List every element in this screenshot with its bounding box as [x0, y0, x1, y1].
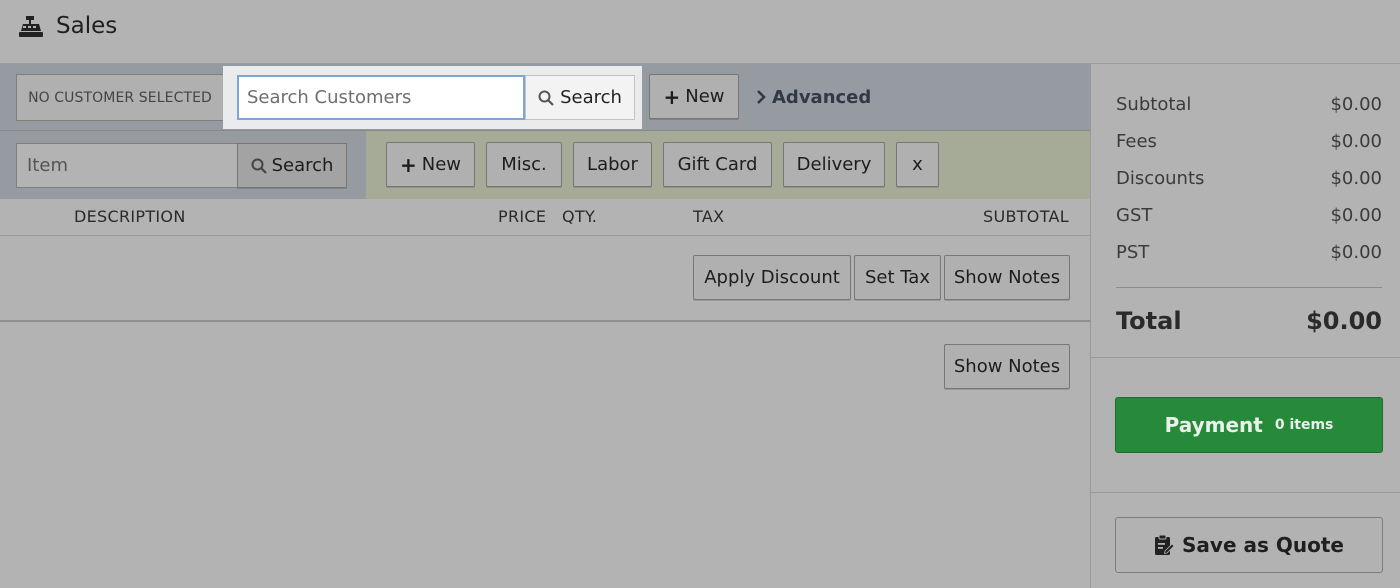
payment-item-count: 0 items [1274, 417, 1334, 433]
customer-search-group: Search [223, 66, 642, 129]
cash-register-icon [19, 16, 43, 37]
item-search-input[interactable] [16, 143, 238, 188]
sale-show-notes-button[interactable]: Show Notes [944, 344, 1070, 389]
summary-value: $0.00 [1330, 168, 1382, 189]
payment-button[interactable]: Payment 0 items [1115, 397, 1383, 453]
misc-button[interactable]: Misc. [486, 142, 562, 187]
line-items-header: DESCRIPTION PRICE QTY. TAX SUBTOTAL [0, 199, 1090, 236]
new-customer-label: New [685, 86, 725, 107]
col-subtotal: SUBTOTAL [982, 207, 1069, 226]
total-label: Total [1116, 307, 1182, 335]
item-row: Search + New Misc. Labor Gift Card Deliv… [0, 131, 1090, 199]
summary-value: $0.00 [1330, 94, 1382, 115]
summary-value: $0.00 [1330, 242, 1382, 263]
new-item-label: New [421, 154, 462, 175]
show-notes-button[interactable]: Show Notes [944, 255, 1070, 300]
col-price: PRICE [498, 207, 547, 226]
page-title: Sales [56, 13, 118, 39]
gift-card-button[interactable]: Gift Card [663, 142, 772, 187]
summary-label: Fees [1116, 131, 1157, 152]
summary-label: Subtotal [1116, 94, 1192, 115]
customer-status: NO CUSTOMER SELECTED [16, 74, 224, 121]
summary-label: GST [1116, 205, 1153, 226]
chevron-right-icon [757, 90, 766, 104]
summary-divider [1116, 287, 1382, 288]
col-qty: QTY. [562, 207, 598, 226]
save-as-quote-button[interactable]: Save as Quote [1115, 517, 1383, 573]
customer-search-button[interactable]: Search [525, 75, 635, 120]
item-search-group: Search [0, 131, 366, 199]
sale-summary-panel: Subtotal $0.00 Fees $0.00 Discounts $0.0… [1090, 64, 1400, 588]
new-customer-button[interactable]: + New [649, 74, 739, 119]
item-search-label: Search [271, 155, 334, 176]
search-icon [538, 90, 554, 106]
summary-value: $0.00 [1330, 205, 1382, 226]
top-header: Sales [0, 0, 1400, 64]
clear-button[interactable]: x [896, 142, 939, 187]
customer-row: NO CUSTOMER SELECTED Search + New Advanc… [0, 64, 1090, 131]
clipboard-edit-icon [1155, 534, 1175, 555]
divider [1091, 492, 1400, 493]
sale-main-panel: NO CUSTOMER SELECTED Search + New Advanc… [0, 64, 1090, 588]
advanced-search-link[interactable]: Advanced [756, 85, 871, 109]
plus-icon: + [399, 152, 417, 177]
delivery-button[interactable]: Delivery [783, 142, 885, 187]
summary-value: $0.00 [1330, 131, 1382, 152]
labor-button[interactable]: Labor [573, 142, 652, 187]
set-tax-button[interactable]: Set Tax [854, 255, 941, 300]
plus-icon: + [663, 84, 681, 109]
col-description: DESCRIPTION [74, 207, 186, 226]
customer-search-input[interactable] [237, 75, 525, 120]
item-search-button[interactable]: Search [237, 143, 347, 188]
summary-label: Discounts [1116, 168, 1205, 189]
summary-label: PST [1116, 242, 1150, 263]
divider [1091, 357, 1400, 358]
col-tax: TAX [693, 207, 725, 226]
total-value: $0.00 [1306, 307, 1382, 335]
new-item-button[interactable]: + New [386, 142, 475, 187]
customer-search-label: Search [560, 87, 622, 108]
payment-label: Payment [1164, 413, 1263, 437]
advanced-label: Advanced [772, 86, 872, 108]
apply-discount-button[interactable]: Apply Discount [693, 255, 851, 300]
save-as-quote-label: Save as Quote [1182, 533, 1344, 557]
line-items-area: Apply Discount Set Tax Show Notes [0, 236, 1090, 322]
search-icon [251, 158, 267, 174]
